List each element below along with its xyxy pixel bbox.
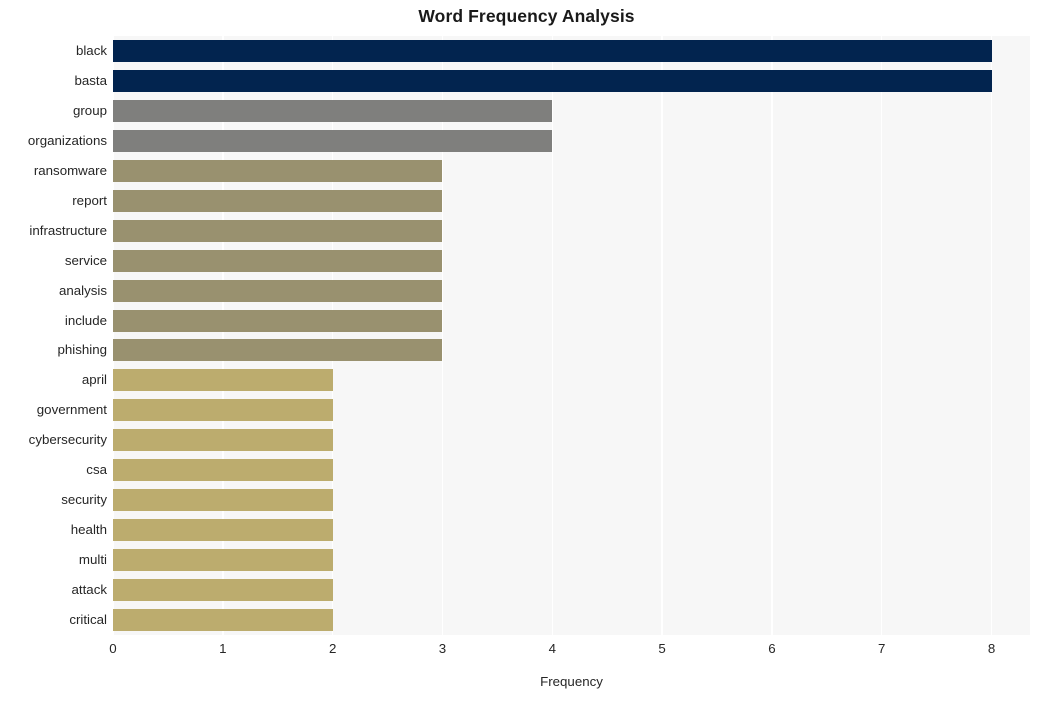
x-axis-tick-labels: 0 1 2 3 4 5 6 7 8 xyxy=(109,641,1030,663)
gridline-x-1 xyxy=(222,36,224,635)
bar-critical xyxy=(113,609,333,632)
gridline-x-8 xyxy=(990,36,993,635)
bar-basta xyxy=(113,69,992,92)
gridline-x-2 xyxy=(331,36,334,635)
gridline-x-4 xyxy=(551,36,553,635)
y-tick-label-april: april xyxy=(81,372,107,388)
bar-row xyxy=(113,129,1030,152)
y-tick-label-attack: attack xyxy=(71,582,107,598)
y-axis-tick-labels: black basta group organizations ransomware re… xyxy=(0,36,107,635)
x-tick-label-8: 8 xyxy=(987,641,996,656)
y-tick-label-report: report xyxy=(72,192,107,208)
bar-row xyxy=(113,99,1030,122)
page-title: Word Frequency Analysis xyxy=(418,6,635,26)
bar-infrastructure xyxy=(113,219,443,242)
y-tick-label-cybersecurity: cybersecurity xyxy=(28,432,107,448)
x-tick-label-0: 0 xyxy=(109,641,117,656)
gridline-x-3 xyxy=(441,36,444,635)
bar-security xyxy=(113,489,333,512)
bar-ransomware xyxy=(113,159,443,182)
bar-row xyxy=(113,549,1030,572)
bar-row xyxy=(113,159,1030,182)
bar-organizations xyxy=(113,129,553,152)
x-tick-label-5: 5 xyxy=(658,641,666,656)
y-tick-label-analysis: analysis xyxy=(58,282,107,298)
bar-row xyxy=(113,69,1030,92)
x-tick-label-7: 7 xyxy=(878,641,886,656)
bar-row xyxy=(113,39,1030,62)
bar-row xyxy=(113,489,1030,512)
x-tick-label-6: 6 xyxy=(768,641,776,656)
bar-include xyxy=(113,309,443,332)
bar-row xyxy=(113,309,1030,332)
bar-row xyxy=(113,369,1030,392)
y-tick-label-organizations: organizations xyxy=(27,132,107,148)
chart-figure: Word Frequency Analysis black basta group o… xyxy=(0,0,1053,701)
bar-row xyxy=(113,609,1030,632)
bar-row xyxy=(113,189,1030,212)
x-axis-label: Frequency xyxy=(540,674,603,689)
bar-black xyxy=(113,39,992,62)
x-tick-label-1: 1 xyxy=(219,641,227,656)
bar-report xyxy=(113,189,443,212)
bar-cybersecurity xyxy=(113,429,333,452)
y-tick-label-multi: multi xyxy=(78,552,107,568)
bar-row xyxy=(113,339,1030,362)
y-tick-label-service: service xyxy=(64,252,107,268)
bar-health xyxy=(113,519,333,542)
bar-row xyxy=(113,279,1030,302)
bar-government xyxy=(113,399,333,422)
y-tick-label-phishing: phishing xyxy=(57,342,107,358)
y-tick-label-government: government xyxy=(36,402,107,418)
y-tick-label-basta: basta xyxy=(74,72,107,88)
bar-attack xyxy=(113,579,333,602)
y-tick-label-black: black xyxy=(75,42,107,58)
gridline-x-6 xyxy=(771,36,773,635)
bar-phishing xyxy=(113,339,443,362)
y-tick-label-csa: csa xyxy=(86,462,107,478)
bar-row xyxy=(113,249,1030,272)
bar-service xyxy=(113,249,443,272)
plot-area xyxy=(113,36,1030,635)
bar-group xyxy=(113,99,553,122)
gridline-x-5 xyxy=(661,36,663,635)
y-tick-label-critical: critical xyxy=(69,612,107,628)
bar-row xyxy=(113,219,1030,242)
x-tick-label-2: 2 xyxy=(328,641,337,656)
y-tick-label-ransomware: ransomware xyxy=(33,162,107,178)
bar-analysis xyxy=(113,279,443,302)
bar-row xyxy=(113,519,1030,542)
y-tick-label-group: group xyxy=(72,102,107,118)
y-tick-label-include: include xyxy=(64,312,107,328)
gridline-x-7 xyxy=(881,36,883,635)
bar-april xyxy=(113,369,333,392)
bar-row xyxy=(113,399,1030,422)
gridline-x-0 xyxy=(113,36,114,635)
x-tick-label-3: 3 xyxy=(438,641,447,656)
bar-row xyxy=(113,459,1030,482)
x-tick-label-4: 4 xyxy=(548,641,556,656)
bar-row xyxy=(113,579,1030,602)
bar-csa xyxy=(113,459,333,482)
y-tick-label-health: health xyxy=(70,522,107,538)
y-tick-label-security: security xyxy=(61,492,107,508)
bar-multi xyxy=(113,549,333,572)
y-tick-label-infrastructure: infrastructure xyxy=(29,222,107,238)
bar-row xyxy=(113,429,1030,452)
